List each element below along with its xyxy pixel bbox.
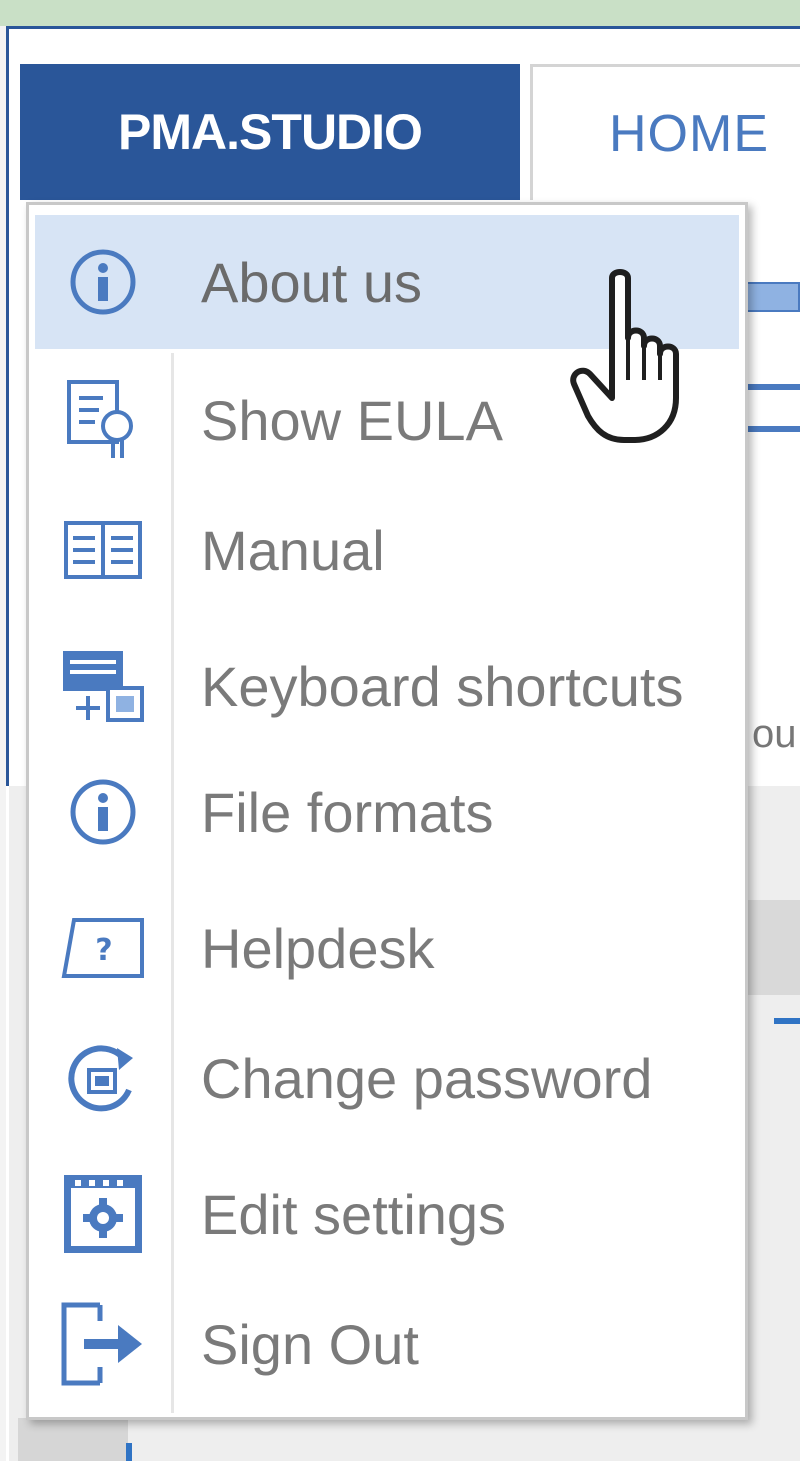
top-strip [0, 0, 800, 26]
menu-item-file-formats[interactable]: File formats [35, 745, 739, 879]
certificate-icon [35, 353, 171, 487]
ribbon-divider [748, 384, 800, 390]
content-marker-2 [126, 1443, 132, 1461]
settings-icon [35, 1147, 171, 1281]
window-border [6, 26, 9, 786]
menu-item-label: Keyboard shortcuts [201, 654, 684, 718]
menu-item-label: Edit settings [201, 1182, 507, 1246]
help-icon: ? [35, 881, 171, 1015]
keyboard-icon [35, 619, 171, 753]
tab-home[interactable]: HOME [530, 64, 800, 200]
svg-text:?: ? [95, 933, 112, 968]
info-icon [35, 745, 171, 879]
menu-item-label: Helpdesk [201, 916, 435, 980]
hand-pointer-icon [568, 268, 708, 448]
brand-tab[interactable]: PMA.STUDIO [20, 64, 520, 200]
scroll-track [740, 900, 800, 995]
book-icon [35, 483, 171, 617]
ribbon-divider [748, 426, 800, 432]
ribbon-label: ou [752, 712, 797, 756]
menu-item-label: Sign Out [201, 1312, 419, 1376]
menu-item-label: Manual [201, 518, 385, 582]
menu-item-label: Show EULA [201, 388, 503, 452]
menu-item-label: Change password [201, 1046, 653, 1110]
menu-item-manual[interactable]: Manual [35, 483, 739, 617]
menu-item-label: About us [201, 250, 423, 314]
menu-item-sign-out[interactable]: Sign Out [35, 1277, 739, 1411]
menu-item-edit-settings[interactable]: Edit settings [35, 1147, 739, 1281]
bottom-tab[interactable] [18, 1418, 128, 1461]
menu-item-change-password[interactable]: Change password [35, 1011, 739, 1145]
sign-out-icon [35, 1277, 171, 1411]
info-icon [35, 215, 171, 349]
menu-item-helpdesk[interactable]: ? Helpdesk [35, 881, 739, 1015]
menu-item-label: File formats [201, 780, 494, 844]
content-marker [774, 1018, 800, 1024]
menu-item-keyboard-shortcuts[interactable]: Keyboard shortcuts [35, 619, 739, 753]
ribbon-button[interactable] [742, 282, 800, 312]
lock-refresh-icon [35, 1011, 171, 1145]
